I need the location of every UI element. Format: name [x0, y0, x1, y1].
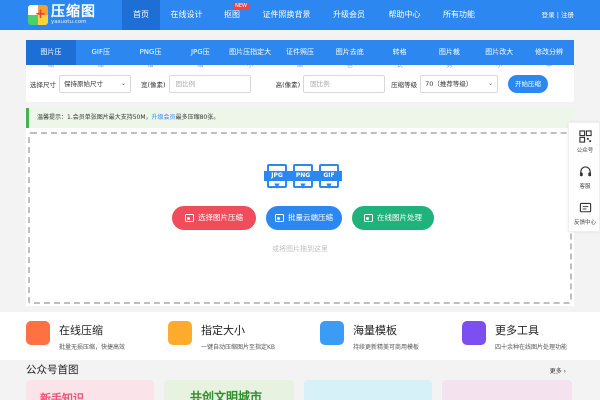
jpg-file-icon: JPG ▼ [264, 164, 290, 190]
feature-online-compress[interactable]: 在线压缩 批量无损压缩，快捷高效 [26, 312, 156, 360]
tab-remove-background[interactable]: 图片去底 [325, 40, 375, 65]
nav-item-id-photo[interactable]: 证件照换背景 [251, 0, 322, 30]
batch-cloud-compress-button[interactable]: 批量云端压缩 [266, 206, 342, 230]
image-icon [185, 214, 194, 222]
nav-item-cutout[interactable]: 抠图 NEW [213, 0, 251, 30]
side-item-support[interactable]: 客服 [569, 161, 600, 195]
side-item-wechat[interactable]: 公众号 [569, 125, 600, 159]
top-nav-bar: + 压缩图 yasuotu.com 首页 在线设计 抠图 NEW 证件照换背景 升… [0, 0, 600, 30]
new-badge: NEW [233, 3, 249, 10]
compress-icon [26, 321, 50, 345]
tab-gif-compress[interactable]: GIF压 [76, 40, 126, 65]
headset-icon [579, 166, 591, 177]
more-link[interactable]: 更多 › [550, 366, 566, 375]
height-label: 高(像素) [275, 81, 301, 89]
chevron-down-icon: ⌄ [120, 80, 126, 87]
template-card[interactable] [304, 380, 432, 400]
drop-zone[interactable]: JPG ▼ PNG ▼ GIF ▼ 选择图片压缩 批量云端压缩 在线图片处理 或将图片… [28, 132, 572, 304]
compress-options: 选择尺寸 保持原始尺寸 ⌄ 宽(像素) 固比例 高(像素) 固比例 压缩等级 70… [30, 73, 499, 95]
logo-icon: + [28, 5, 48, 25]
feature-templates[interactable]: 海量模板 持续更新精美可商用模板 [320, 312, 450, 360]
side-item-feedback[interactable]: 反馈中心 [569, 197, 600, 231]
template-icon [320, 321, 344, 345]
logo[interactable]: + 压缩图 yasuotu.com [28, 2, 96, 28]
level-select[interactable]: 70（推荐等级） ⌄ [420, 75, 499, 93]
tip-banner: 温馨提示：1.会员单张图片最大支持50M，升级会员最多压缩80张。 [26, 108, 574, 128]
online-image-edit-button[interactable]: 在线图片处理 [352, 206, 434, 230]
main-nav: 首页 在线设计 抠图 NEW 证件照换背景 升级会员 帮助中心 所有功能 [122, 0, 485, 30]
gif-file-icon: GIF ▼ [316, 164, 342, 190]
size-label: 选择尺寸 [30, 81, 56, 89]
select-image-button[interactable]: 选择图片压缩 [172, 206, 256, 230]
tab-id-photo-compress[interactable]: 证件照压 [275, 40, 325, 65]
feature-target-size[interactable]: 指定大小 一键自动压缩图片至指定KB [168, 312, 298, 360]
tools-icon [462, 321, 486, 345]
nav-item-home[interactable]: 首页 [122, 0, 160, 30]
template-card[interactable]: 新手知识 [26, 380, 154, 400]
start-compress-button[interactable]: 开始压缩 [508, 75, 548, 93]
feature-strip: 在线压缩 批量无损压缩，快捷高效 指定大小 一键自动压缩图片至指定KB 海量模板… [0, 312, 600, 360]
qrcode-icon [578, 130, 592, 143]
tab-change-resolution[interactable]: 修改分辨 [524, 40, 574, 65]
png-file-icon: PNG ▼ [290, 164, 316, 190]
cloud-icon [275, 214, 284, 222]
tab-compress-to-size[interactable]: 图片压指定大 [225, 40, 275, 65]
side-toolbar: 公众号 客服 反馈中心 [568, 122, 600, 232]
nav-item-help[interactable]: 帮助中心 [376, 0, 433, 30]
chevron-down-icon: ⌄ [488, 80, 494, 87]
template-card[interactable]: 共创文明城市 [164, 380, 294, 400]
logo-title: 压缩图 [51, 3, 96, 20]
upload-area: 温馨提示：1.会员单张图片最大支持50M，升级会员最多压缩80张。 JPG ▼ P… [26, 108, 574, 306]
upgrade-link[interactable]: 升级会员 [152, 114, 176, 121]
tab-jpg-compress[interactable]: JPG压 [175, 40, 225, 65]
image-icon [364, 214, 373, 222]
tab-label-overflow: 缩缩缩 缩小缩 色式剪 小率 [47, 65, 553, 69]
tab-image-compress[interactable]: 图片压 [26, 40, 76, 65]
section-title: 公众号首图 [26, 364, 79, 376]
width-label: 宽(像素) [141, 81, 166, 89]
resize-icon [168, 321, 192, 345]
tab-png-compress[interactable]: PNG压 [126, 40, 176, 65]
nav-item-all-features[interactable]: 所有功能 [433, 0, 485, 30]
login-register-link[interactable]: 登录 | 注册 [542, 0, 574, 30]
template-card[interactable] [442, 380, 572, 400]
height-input[interactable]: 固比例 [303, 75, 386, 93]
tab-crop[interactable]: 图片裁 [425, 40, 475, 65]
tool-tabs: 图片压 GIF压 PNG压 JPG压 图片压指定大 证件照压 图片去底 转格 图… [26, 40, 574, 65]
width-input[interactable]: 固比例 [168, 75, 251, 93]
tab-resize[interactable]: 图片改大 [474, 40, 524, 65]
level-label: 压缩等级 [391, 81, 418, 89]
nav-item-online-design[interactable]: 在线设计 [160, 0, 213, 30]
logo-subtitle: yasuotu.com [51, 18, 87, 25]
tab-convert-format[interactable]: 转格 [375, 40, 425, 65]
file-type-icons: JPG ▼ PNG ▼ GIF ▼ [264, 164, 342, 194]
drop-hint: 或将图片拖到这里 [272, 245, 328, 253]
feedback-icon [579, 202, 591, 213]
feature-more-tools[interactable]: 更多工具 四十余种在线图片处理功能 [462, 312, 592, 360]
size-select[interactable]: 保持原始尺寸 ⌄ [59, 75, 131, 93]
nav-item-upgrade[interactable]: 升级会员 [322, 0, 376, 30]
tool-panel: 图片压 GIF压 PNG压 JPG压 图片压指定大 证件照压 图片去底 转格 图… [26, 40, 574, 102]
